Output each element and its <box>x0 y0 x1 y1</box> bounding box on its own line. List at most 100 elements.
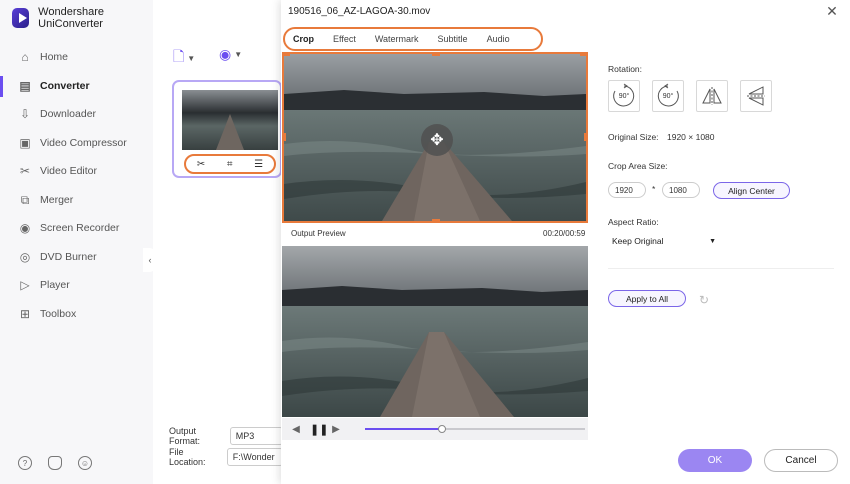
file-location-field[interactable]: F:\Wonder <box>226 448 283 466</box>
converter-area: 🗋 ▼ ◉ ▼ ✂ ⌗ ☰ Output Format: MP3 File Loca… <box>153 34 283 474</box>
tab-watermark[interactable]: Watermark <box>375 34 419 44</box>
time-display: 00:20/00:59 <box>543 229 586 238</box>
playback-controls: ◀ ❚❚ ▶ <box>282 418 588 440</box>
disc-icon: ◎ <box>19 249 31 264</box>
sidebar-item-screen-recorder[interactable]: ◉ Screen Recorder <box>0 214 153 243</box>
scissors-icon: ✂ <box>19 164 31 179</box>
crop-handle[interactable] <box>432 54 440 56</box>
add-file-button[interactable]: 🗋 ▼ <box>173 46 195 70</box>
crop-icon[interactable]: ⌗ <box>227 159 233 170</box>
bell-icon[interactable] <box>48 456 62 470</box>
app-title: Wondershare UniConverter <box>38 6 105 30</box>
next-frame-icon[interactable]: ▶ <box>330 424 342 435</box>
pause-icon[interactable]: ❚❚ <box>310 423 328 436</box>
rotation-label: Rotation: <box>608 64 643 74</box>
seek-bar[interactable] <box>365 425 585 433</box>
align-center-button[interactable]: Align Center <box>713 182 790 199</box>
seek-handle[interactable] <box>438 425 446 433</box>
sidebar-item-label: Downloader <box>40 108 97 121</box>
output-format-select[interactable]: MP3 <box>229 427 283 445</box>
aspect-ratio-label: Aspect Ratio: <box>608 217 659 227</box>
output-preview-label: Output Preview <box>291 229 346 238</box>
help-icon[interactable]: ? <box>18 456 32 470</box>
divider <box>608 268 834 269</box>
converter-icon: ▤ <box>19 78 31 93</box>
crop-dialog: 190516_06_AZ-LAGOA-30.mov ✕ Crop Effect … <box>281 0 850 484</box>
crop-handle[interactable] <box>580 54 586 56</box>
crop-handle[interactable] <box>584 133 586 141</box>
tab-subtitle[interactable]: Subtitle <box>438 34 468 44</box>
crop-height-input[interactable]: 1080 <box>662 182 700 198</box>
tab-audio[interactable]: Audio <box>487 34 510 44</box>
file-card[interactable]: ✂ ⌗ ☰ <box>172 80 282 178</box>
flip-horizontal-button[interactable] <box>696 80 728 112</box>
apply-to-all-button[interactable]: Apply to All <box>608 290 686 307</box>
app-header: Wondershare UniConverter <box>12 6 153 30</box>
flip-horizontal-icon <box>702 87 722 105</box>
chevron-down-icon: ▼ <box>234 50 243 59</box>
effects-icon[interactable]: ☰ <box>254 159 263 170</box>
crop-width-input[interactable]: 1920 <box>608 182 646 198</box>
play-icon: ▷ <box>20 278 30 293</box>
original-size-label: Original Size: <box>608 132 659 142</box>
downloader-icon: ⇩ <box>19 107 31 122</box>
aspect-ratio-value: Keep Original <box>612 236 664 246</box>
sidebar-item-video-editor[interactable]: ✂ Video Editor <box>0 157 153 186</box>
crop-preview[interactable]: ✥ <box>282 52 588 223</box>
reset-icon[interactable]: ↻ <box>699 293 709 307</box>
flip-vertical-button[interactable] <box>740 80 772 112</box>
tab-crop[interactable]: Crop <box>293 34 314 44</box>
output-format-label: Output Format: <box>169 426 201 446</box>
ok-button[interactable]: OK <box>678 449 752 472</box>
times-symbol: * <box>652 184 656 194</box>
file-location-label: File Location: <box>169 447 206 467</box>
aspect-ratio-select[interactable]: Keep Original ▼ <box>608 234 720 248</box>
sidebar-item-player[interactable]: ▷ Player <box>0 271 153 300</box>
video-frame <box>282 246 588 417</box>
chevron-down-icon: ▼ <box>187 53 196 63</box>
sidebar-item-label: Merger <box>40 193 74 206</box>
cancel-button[interactable]: Cancel <box>764 449 838 472</box>
edit-tools: ✂ ⌗ ☰ <box>184 154 276 174</box>
crop-handle[interactable] <box>432 219 440 221</box>
sidebar-item-label: Home <box>40 51 69 64</box>
sidebar-nav: ⌂ Home ▤ Converter ⇩ Downloader ▣ Video … <box>0 43 153 328</box>
app-logo-icon <box>12 8 30 28</box>
crop-handle[interactable] <box>284 133 286 141</box>
move-icon[interactable]: ✥ <box>421 124 453 156</box>
merge-icon: ⧉ <box>20 192 30 207</box>
sidebar-footer: ? ☺ <box>18 456 92 470</box>
flip-vertical-icon <box>747 86 765 106</box>
sidebar-item-label: DVD Burner <box>40 250 97 263</box>
sidebar-item-merger[interactable]: ⧉ Merger <box>0 186 153 215</box>
sidebar-item-video-compressor[interactable]: ▣ Video Compressor <box>0 129 153 158</box>
add-media-button[interactable]: ◉ ▼ <box>219 46 242 63</box>
output-preview <box>282 246 588 417</box>
seek-progress <box>365 428 442 430</box>
trim-icon[interactable]: ✂ <box>197 159 205 170</box>
sidebar-item-label: Video Compressor <box>40 136 127 149</box>
rotate-counterclockwise-button[interactable]: 90° <box>652 80 684 112</box>
sidebar-item-toolbox[interactable]: ⊞ Toolbox <box>0 300 153 329</box>
editor-tabs: Crop Effect Watermark Subtitle Audio <box>283 27 543 51</box>
sidebar-item-label: Screen Recorder <box>40 222 120 235</box>
rotate-clockwise-button[interactable]: 90° <box>608 80 640 112</box>
video-thumbnail <box>182 90 278 150</box>
dialog-title: 190516_06_AZ-LAGOA-30.mov <box>288 6 431 17</box>
sidebar-item-home[interactable]: ⌂ Home <box>0 43 153 72</box>
crop-handle[interactable] <box>284 54 290 56</box>
sidebar-item-label: Video Editor <box>40 165 98 178</box>
close-icon[interactable]: ✕ <box>824 3 840 19</box>
rotate-cw-text: 90° <box>618 92 630 100</box>
record-icon: ◉ <box>19 221 31 236</box>
sidebar-item-converter[interactable]: ▤ Converter <box>0 72 153 101</box>
sidebar-item-dvd-burner[interactable]: ◎ DVD Burner <box>0 243 153 272</box>
rotate-ccw-text: 90° <box>662 92 674 100</box>
file-location-row: File Location: F:\Wonder <box>169 447 283 467</box>
previous-frame-icon[interactable]: ◀ <box>290 424 302 435</box>
sidebar-item-downloader[interactable]: ⇩ Downloader <box>0 100 153 129</box>
add-file-icon: 🗋 <box>173 48 185 64</box>
tab-effect[interactable]: Effect <box>333 34 356 44</box>
chevron-down-icon: ▼ <box>709 237 716 245</box>
feedback-icon[interactable]: ☺ <box>78 456 92 470</box>
